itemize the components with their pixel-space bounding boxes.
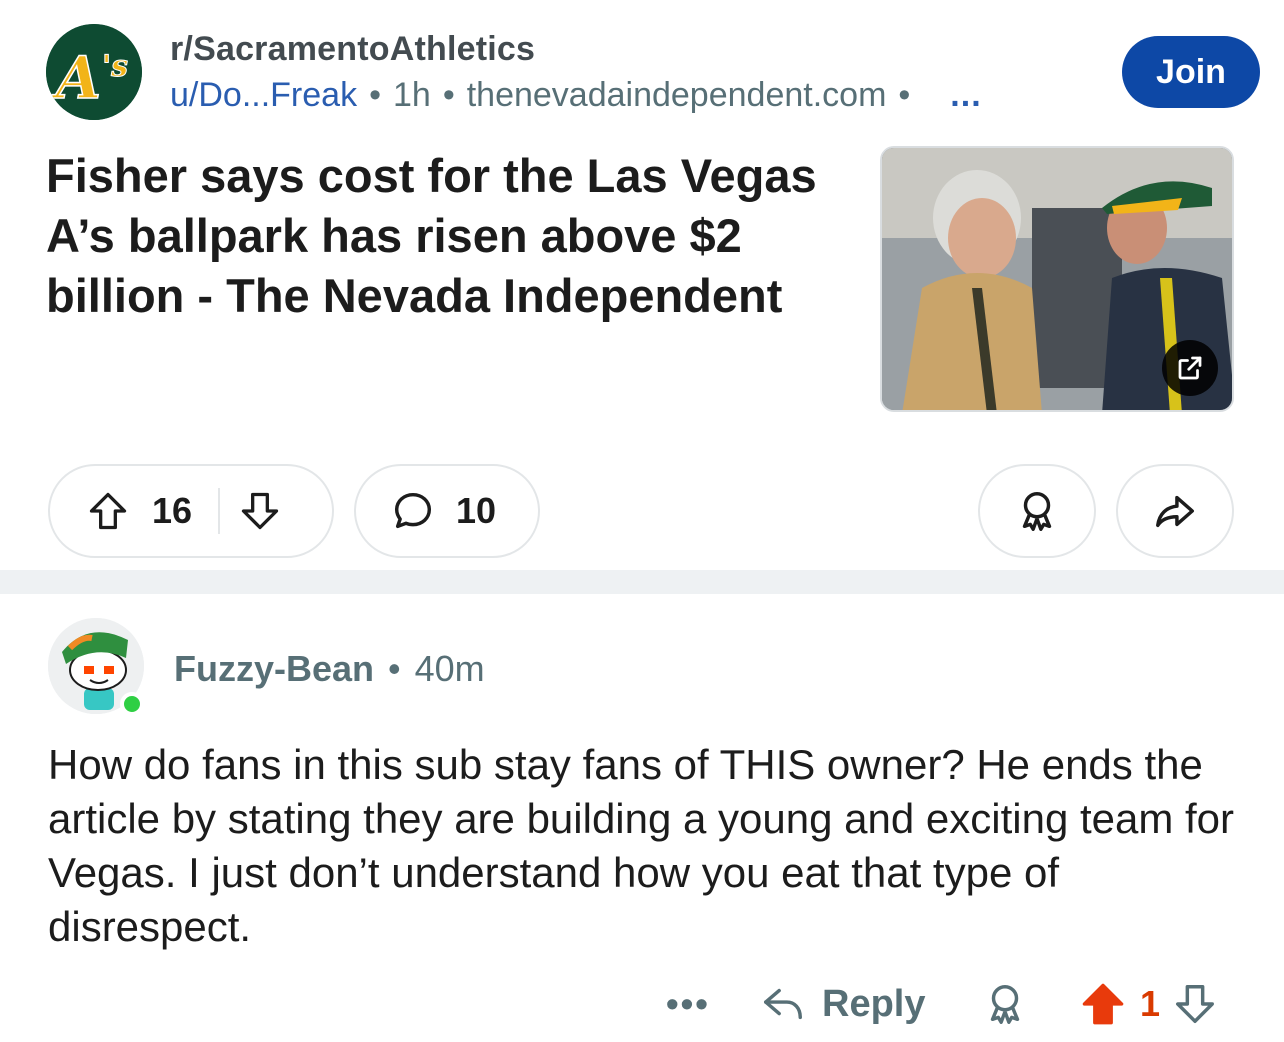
meta-separator: • (898, 76, 911, 114)
comment-more-button[interactable]: ••• (666, 974, 710, 1034)
comment-icon (394, 492, 432, 529)
post-title[interactable]: Fisher says cost for the Las Vegas A’s b… (46, 146, 866, 326)
award-button[interactable] (978, 464, 1096, 558)
post-author[interactable]: u/Do...Freak (170, 76, 357, 114)
subreddit-logo[interactable]: A 's (46, 24, 142, 120)
post-age: 1h (392, 76, 431, 114)
online-status-indicator (120, 692, 144, 716)
vote-separator (218, 488, 221, 534)
external-link-icon (1178, 356, 1202, 380)
join-button[interactable]: Join (1122, 36, 1260, 108)
comments-button[interactable]: 10 (354, 464, 540, 558)
downvote-icon[interactable] (1172, 981, 1218, 1027)
reply-label: Reply (822, 982, 926, 1025)
share-button[interactable] (1116, 464, 1234, 558)
meta-separator: • (369, 76, 381, 114)
meta-separator: • (388, 648, 401, 689)
comment-count: 10 (456, 490, 497, 531)
award-icon (1022, 492, 1052, 531)
vote-bar: 16 (48, 464, 334, 558)
comment-author[interactable]: Fuzzy-Bean (174, 648, 374, 689)
comment-age: 40m (414, 648, 485, 689)
upvote-count: 16 (152, 490, 193, 531)
comment-vote-bar: 1 (1078, 974, 1218, 1034)
post-more-button[interactable]: ... (950, 76, 981, 114)
upvote-icon[interactable] (86, 489, 130, 533)
meta-separator: • (442, 76, 455, 114)
comment-body: How do fans in this sub stay fans of THI… (48, 741, 1235, 950)
post-domain[interactable]: thenevadaindependent.com (467, 76, 887, 114)
comment-award-button[interactable] (982, 974, 1028, 1034)
downvote-icon[interactable] (238, 489, 282, 533)
reply-icon (764, 988, 802, 1020)
subreddit-name[interactable]: r/SacramentoAthletics (170, 30, 535, 69)
post-header: A 's r/SacramentoAthletics u/Do...Freak •… (0, 0, 1284, 130)
post-meta: u/Do...Freak • 1h • thenevadaindependent.com… (170, 76, 982, 115)
svg-text:A: A (51, 44, 101, 112)
section-divider (0, 570, 1284, 594)
post-thumbnail[interactable] (880, 146, 1234, 412)
award-icon (990, 985, 1020, 1024)
comment-meta: Fuzzy-Bean • 40m (174, 648, 485, 690)
comment-score: 1 (1140, 983, 1161, 1024)
reply-button[interactable]: Reply (760, 974, 925, 1034)
svg-text:'s: 's (102, 49, 128, 84)
external-link-button[interactable] (1162, 340, 1218, 396)
upvote-icon[interactable] (1078, 979, 1128, 1029)
share-icon (1156, 495, 1194, 528)
